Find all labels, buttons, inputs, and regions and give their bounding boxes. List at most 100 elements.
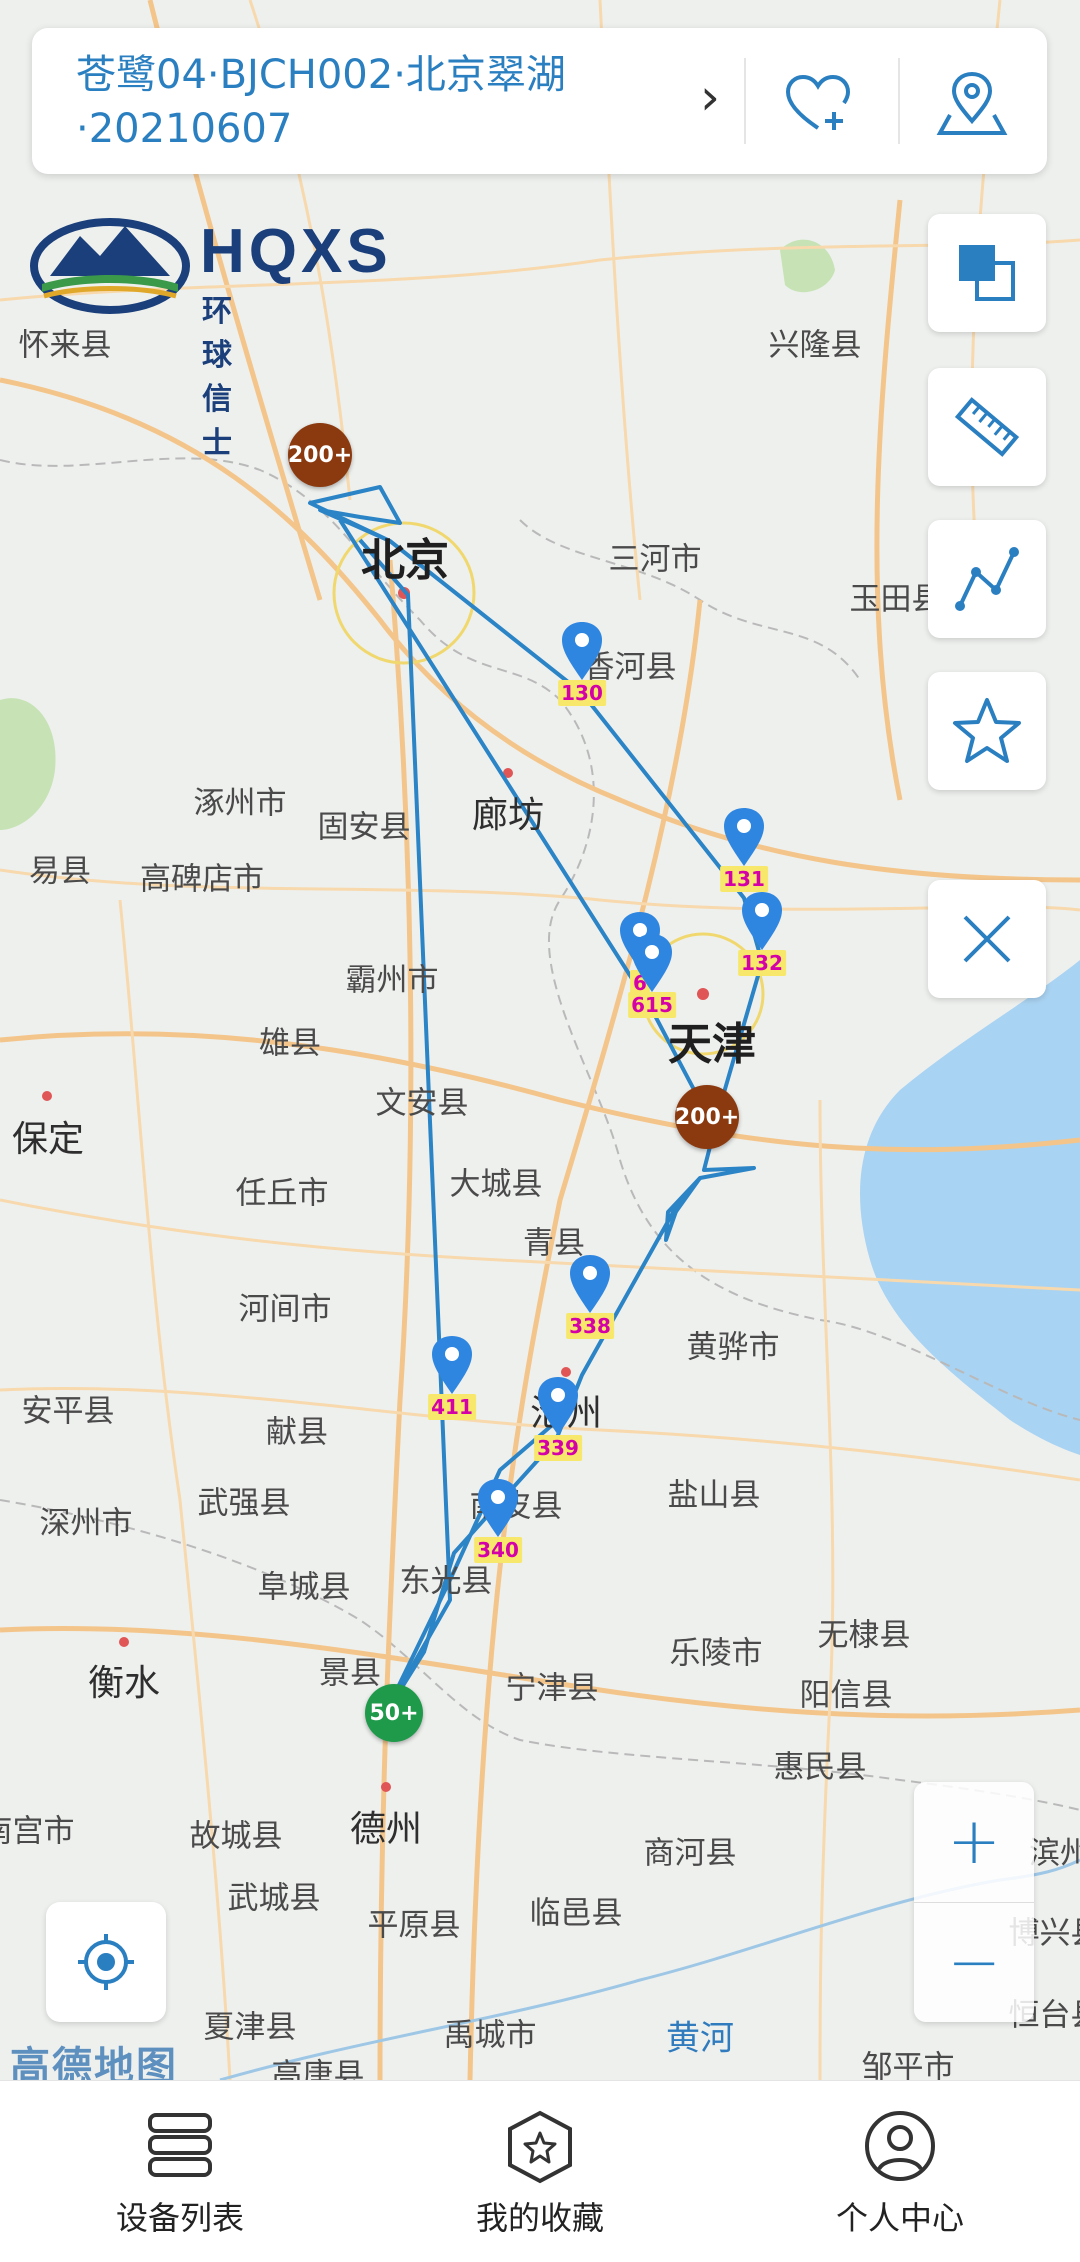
place-label: 武城县 bbox=[228, 1873, 321, 1918]
mountain-logo-icon bbox=[30, 206, 190, 316]
place-label: 宁津县 bbox=[506, 1663, 599, 1708]
place-label: 怀来县 bbox=[19, 320, 112, 365]
place-label: 固安县 bbox=[318, 802, 411, 847]
crosshair-icon bbox=[76, 1932, 136, 1992]
favorite-add-button[interactable] bbox=[768, 64, 868, 144]
zoom-in-button[interactable]: + bbox=[914, 1782, 1034, 1903]
forest-patch bbox=[0, 698, 56, 830]
place-label: 三河市 bbox=[609, 534, 702, 579]
nav-label: 设备列表 bbox=[0, 2193, 360, 2239]
marker-label: 411 bbox=[428, 1394, 476, 1420]
place-label: 平原县 bbox=[368, 1900, 461, 1945]
ruler-icon bbox=[952, 392, 1022, 462]
place-label: 保定 bbox=[12, 1110, 84, 1162]
marker-label: 132 bbox=[738, 950, 786, 976]
close-button[interactable] bbox=[928, 880, 1046, 998]
ruler-button[interactable] bbox=[928, 368, 1046, 486]
map-pin-icon bbox=[430, 1334, 474, 1396]
place-label: 大城县 bbox=[450, 1159, 543, 1204]
place-label: 商河县 bbox=[644, 1828, 737, 1873]
device-title[interactable]: 苍鹭04·BJCH002·北京翠湖·20210607 bbox=[76, 48, 676, 156]
place-label: 文安县 bbox=[376, 1078, 469, 1123]
chevron-right-icon[interactable]: › bbox=[700, 68, 720, 126]
device-marker[interactable]: 338 bbox=[568, 1253, 612, 1333]
map-pin-icon bbox=[476, 1477, 520, 1539]
place-label: 涿州市 bbox=[194, 778, 287, 823]
place-label: 天津 bbox=[668, 1008, 756, 1072]
place-label: 滨州 bbox=[1029, 1828, 1080, 1873]
location-pin-icon bbox=[936, 71, 1008, 137]
map-pin-icon bbox=[740, 890, 784, 952]
nav-device-list[interactable]: 设备列表 bbox=[0, 2081, 360, 2262]
place-label: 南宫市 bbox=[0, 1806, 75, 1851]
hqxs-logo: HQXS 环球信士 bbox=[30, 206, 190, 320]
device-header-card[interactable]: 苍鹭04·BJCH002·北京翠湖·20210607 › bbox=[32, 28, 1047, 174]
marker-cluster[interactable]: 50+ bbox=[365, 1684, 423, 1742]
place-label: 兴隆县 bbox=[769, 320, 862, 365]
place-label: 景县 bbox=[319, 1648, 381, 1693]
place-label: 临邑县 bbox=[530, 1888, 623, 1933]
map-pin-icon bbox=[630, 932, 674, 994]
marker-label: 130 bbox=[558, 680, 606, 706]
map-pin-icon bbox=[536, 1375, 580, 1437]
place-label: 夏津县 bbox=[204, 2002, 297, 2047]
place-label: 乐陵市 bbox=[670, 1628, 763, 1673]
place-label: 惠民县 bbox=[774, 1742, 867, 1787]
place-label: 廊坊 bbox=[472, 786, 544, 838]
device-marker[interactable]: 340 bbox=[476, 1477, 520, 1557]
nav-favorites[interactable]: 我的收藏 bbox=[360, 2081, 720, 2262]
brand-subtitle: 环球信士 bbox=[202, 286, 246, 462]
marker-cluster[interactable]: 200+ bbox=[288, 423, 352, 487]
close-icon bbox=[959, 911, 1015, 967]
device-marker[interactable]: 615 bbox=[630, 932, 674, 1012]
marker-cluster[interactable]: 200+ bbox=[675, 1085, 739, 1149]
device-list-icon bbox=[144, 2109, 216, 2181]
place-label: 武强县 bbox=[198, 1478, 291, 1523]
place-label: 无棣县 bbox=[818, 1610, 911, 1655]
device-marker[interactable]: 411 bbox=[430, 1334, 474, 1414]
track-button[interactable] bbox=[928, 520, 1046, 638]
nav-user-center[interactable]: 个人中心 bbox=[720, 2081, 1080, 2262]
layers-icon bbox=[955, 241, 1019, 305]
brand-name: HQXS bbox=[200, 216, 392, 287]
place-label: 德州 bbox=[350, 1800, 422, 1852]
place-label: 黄河 bbox=[666, 2011, 734, 2060]
place-label: 盐山县 bbox=[668, 1470, 761, 1515]
user-center-icon bbox=[863, 2109, 937, 2183]
map-pin-icon bbox=[560, 620, 604, 682]
nav-label: 我的收藏 bbox=[360, 2193, 720, 2239]
star-icon bbox=[951, 695, 1023, 767]
place-label: 雄县 bbox=[259, 1018, 321, 1063]
place-label: 阳信县 bbox=[800, 1670, 893, 1715]
place-label: 易县 bbox=[29, 846, 91, 891]
favorites-star-icon bbox=[502, 2109, 578, 2185]
place-label: 任丘市 bbox=[236, 1168, 329, 1213]
device-marker[interactable]: 131 bbox=[722, 806, 766, 886]
nav-label: 个人中心 bbox=[720, 2193, 1080, 2239]
place-label: 禹城市 bbox=[444, 2010, 537, 2055]
zoom-control: + − bbox=[914, 1782, 1034, 2022]
map-pin-icon bbox=[568, 1253, 612, 1315]
bohai-sea bbox=[860, 960, 1080, 1455]
device-marker[interactable]: 130 bbox=[560, 620, 604, 700]
location-button[interactable] bbox=[922, 64, 1022, 144]
track-line-icon bbox=[952, 544, 1022, 614]
marker-label: 615 bbox=[628, 992, 676, 1018]
place-label: 衡水 bbox=[88, 1654, 160, 1706]
zoom-out-button[interactable]: − bbox=[914, 1903, 1034, 2023]
place-label: 献县 bbox=[266, 1407, 328, 1452]
place-label: 高碑店市 bbox=[140, 854, 264, 899]
place-label: 故城县 bbox=[190, 1811, 283, 1856]
marker-label: 339 bbox=[534, 1435, 582, 1461]
place-label: 霸州市 bbox=[346, 955, 439, 1000]
marker-label: 338 bbox=[566, 1313, 614, 1339]
favorite-star-button[interactable] bbox=[928, 672, 1046, 790]
map-pin-icon bbox=[722, 806, 766, 868]
device-marker[interactable]: 339 bbox=[536, 1375, 580, 1455]
my-location-button[interactable] bbox=[46, 1902, 166, 2022]
place-label: 深州市 bbox=[40, 1498, 133, 1543]
layers-button[interactable] bbox=[928, 214, 1046, 332]
device-marker[interactable]: 132 bbox=[740, 890, 784, 970]
place-label: 安平县 bbox=[22, 1386, 115, 1431]
place-label: 阜城县 bbox=[258, 1562, 351, 1607]
